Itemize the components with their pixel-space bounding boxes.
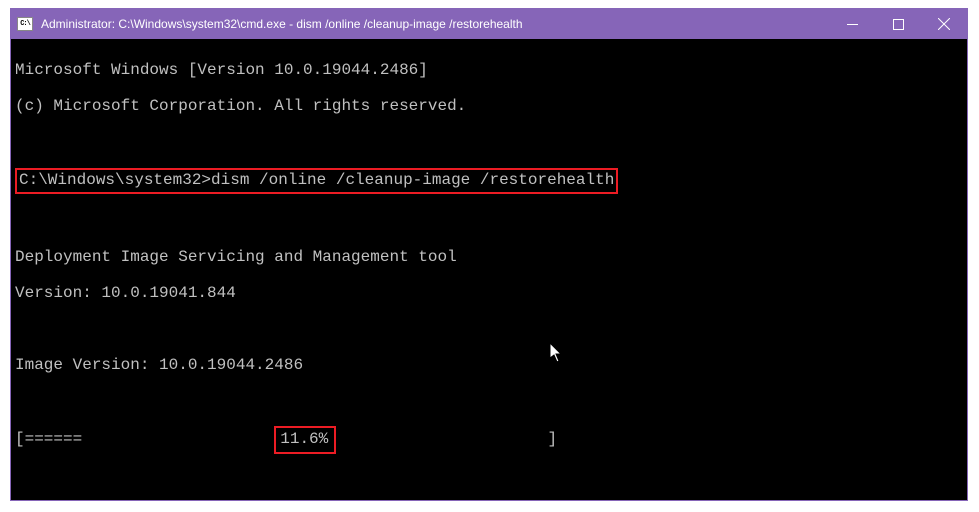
- window-title: Administrator: C:\Windows\system32\cmd.e…: [41, 17, 523, 31]
- blank-line: [15, 392, 963, 410]
- close-icon: [938, 18, 950, 30]
- maximize-icon: [893, 19, 904, 30]
- maximize-button[interactable]: [875, 9, 921, 39]
- titlebar[interactable]: Administrator: C:\Windows\system32\cmd.e…: [11, 9, 967, 39]
- banner-line: (c) Microsoft Corporation. All rights re…: [15, 97, 963, 115]
- close-button[interactable]: [921, 9, 967, 39]
- cmd-icon: [17, 17, 33, 31]
- prompt: C:\Windows\system32>: [19, 171, 211, 189]
- blank-line: [15, 133, 963, 151]
- cmd-window: Administrator: C:\Windows\system32\cmd.e…: [10, 8, 968, 501]
- progress-bar-left: [======: [15, 430, 82, 448]
- minimize-icon: [847, 19, 858, 30]
- terminal-area[interactable]: Microsoft Windows [Version 10.0.19044.24…: [11, 39, 967, 500]
- progress-bar-right: ]: [548, 430, 567, 448]
- progress-percent: 11.6%: [274, 426, 336, 454]
- command-line: C:\Windows\system32>dism /online /cleanu…: [15, 169, 963, 194]
- tool-title: Deployment Image Servicing and Managemen…: [15, 248, 963, 266]
- image-version: Image Version: 10.0.19044.2486: [15, 356, 963, 374]
- minimize-button[interactable]: [829, 9, 875, 39]
- typed-command: dism /online /cleanup-image /restoreheal…: [211, 171, 614, 189]
- banner-line: Microsoft Windows [Version 10.0.19044.24…: [15, 61, 963, 79]
- blank-line: [15, 320, 963, 338]
- blank-line: [15, 212, 963, 230]
- progress-line: [====== 11.6% ]: [15, 428, 963, 454]
- tool-version: Version: 10.0.19041.844: [15, 284, 963, 302]
